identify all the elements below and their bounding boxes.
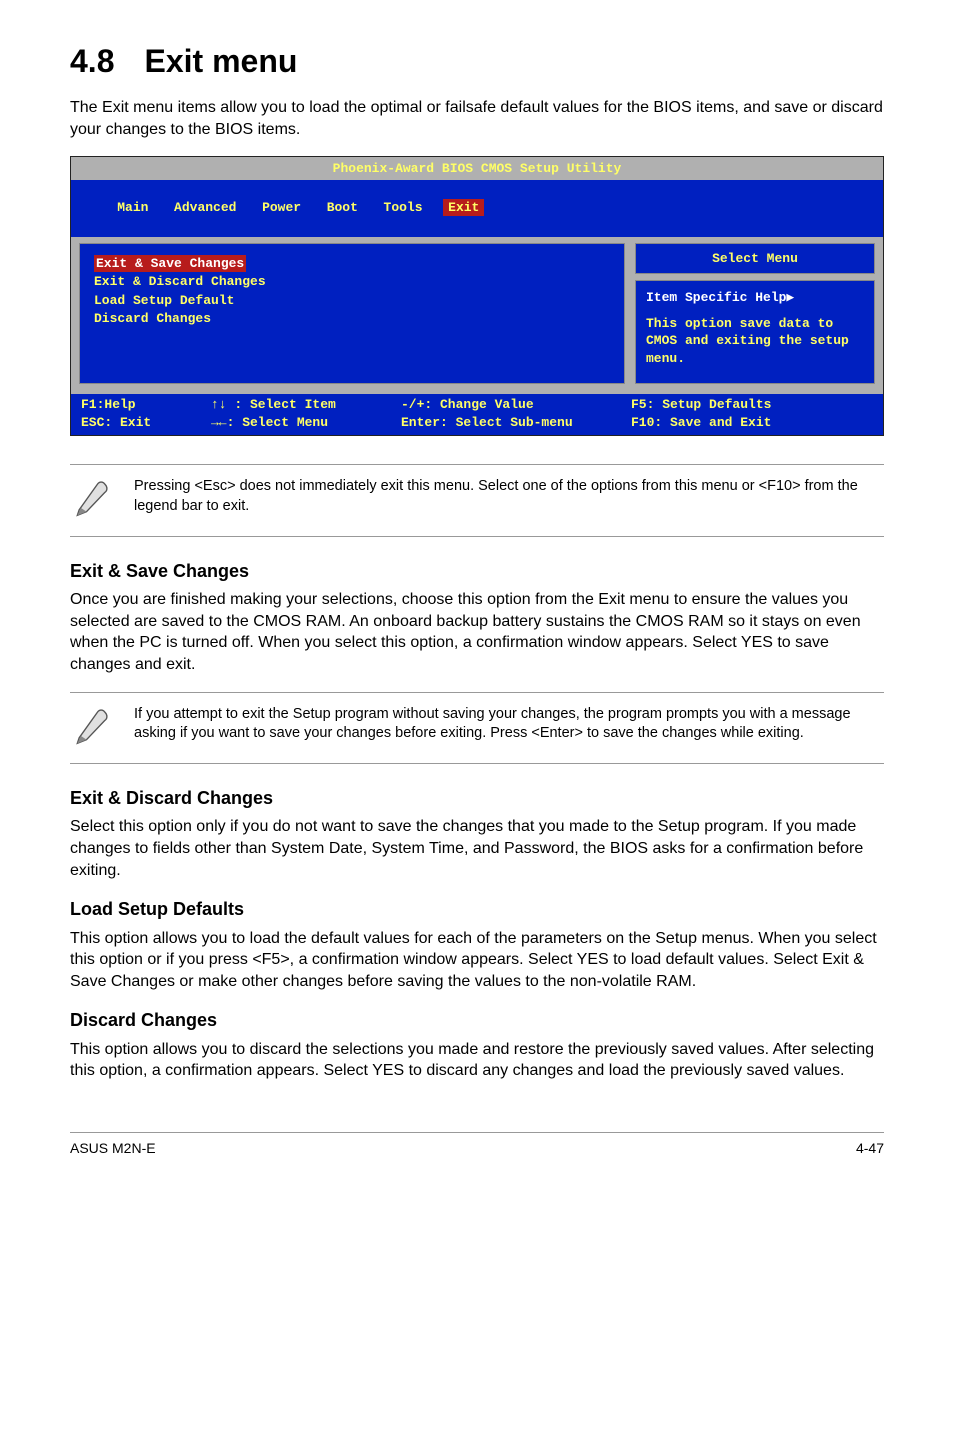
- note-save-prompt: If you attempt to exit the Setup program…: [70, 692, 884, 765]
- pencil-icon: [70, 703, 114, 754]
- bios-tab-boot[interactable]: Boot: [322, 199, 363, 216]
- foot-enter: Enter: Select Sub-menu: [401, 414, 631, 432]
- bios-menu-list: Exit & Save Changes Exit & Discard Chang…: [79, 243, 625, 385]
- section-number: 4.8: [70, 43, 114, 79]
- page-footer: ASUS M2N-E 4-47: [70, 1132, 884, 1158]
- bios-item-exit-save[interactable]: Exit & Save Changes: [94, 255, 610, 273]
- footer-page-number: 4-47: [856, 1139, 884, 1158]
- heading-exit-save: Exit & Save Changes: [70, 559, 884, 583]
- note-text: If you attempt to exit the Setup program…: [134, 703, 884, 744]
- bios-item-discard[interactable]: Discard Changes: [94, 310, 610, 328]
- foot-f1: F1:Help: [81, 396, 211, 414]
- foot-change: -/+: Change Value: [401, 396, 631, 414]
- bios-help-box: Item Specific Help▶ This option save dat…: [635, 280, 875, 384]
- foot-selitem: ↑↓ : Select Item: [211, 396, 401, 414]
- bios-right-column: Select Menu Item Specific Help▶ This opt…: [635, 243, 875, 385]
- heading-exit-discard: Exit & Discard Changes: [70, 786, 884, 810]
- bios-help-label: Item Specific Help▶: [646, 289, 864, 307]
- para-exit-save: Once you are finished making your select…: [70, 589, 884, 675]
- para-load-defaults: This option allows you to load the defau…: [70, 928, 884, 993]
- pencil-icon: [70, 475, 114, 526]
- note-text: Pressing <Esc> does not immediately exit…: [134, 475, 884, 516]
- heading-discard: Discard Changes: [70, 1008, 884, 1032]
- bios-title: Phoenix-Award BIOS CMOS Setup Utility: [71, 157, 883, 180]
- para-exit-discard: Select this option only if you do not wa…: [70, 816, 884, 881]
- footer-product: ASUS M2N-E: [70, 1139, 156, 1158]
- foot-f5: F5: Setup Defaults: [631, 396, 771, 414]
- bios-help-text: This option save data to CMOS and exitin…: [646, 315, 864, 368]
- bios-tab-exit[interactable]: Exit: [443, 199, 484, 216]
- para-discard: This option allows you to discard the se…: [70, 1039, 884, 1082]
- heading-load-defaults: Load Setup Defaults: [70, 897, 884, 921]
- foot-esc: ESC: Exit: [81, 414, 211, 432]
- foot-selmenu: →←: Select Menu: [211, 414, 401, 432]
- page-heading: 4.8 Exit menu: [70, 40, 884, 83]
- foot-f10: F10: Save and Exit: [631, 414, 771, 432]
- section-title: Exit menu: [144, 43, 297, 79]
- bios-item-load-default[interactable]: Load Setup Default: [94, 292, 610, 310]
- bios-tab-advanced[interactable]: Advanced: [169, 199, 241, 216]
- bios-tab-main[interactable]: Main: [112, 199, 153, 216]
- bios-tab-bar: Main Advanced Power Boot Tools Exit: [71, 180, 883, 237]
- intro-paragraph: The Exit menu items allow you to load th…: [70, 97, 884, 140]
- bios-panel: Phoenix-Award BIOS CMOS Setup Utility Ma…: [70, 156, 884, 436]
- bios-item-exit-discard[interactable]: Exit & Discard Changes: [94, 273, 610, 291]
- bios-select-menu-label: Select Menu: [635, 243, 875, 275]
- bios-footer: F1:Help↑↓ : Select Item-/+: Change Value…: [71, 394, 883, 435]
- bios-body: Exit & Save Changes Exit & Discard Chang…: [71, 237, 883, 395]
- bios-tab-power[interactable]: Power: [257, 199, 306, 216]
- bios-tab-tools[interactable]: Tools: [379, 199, 428, 216]
- note-esc: Pressing <Esc> does not immediately exit…: [70, 464, 884, 537]
